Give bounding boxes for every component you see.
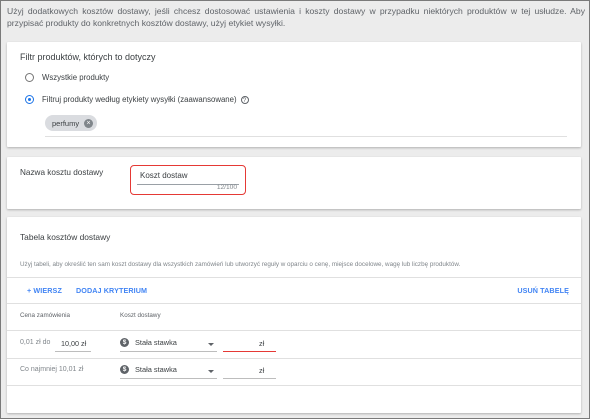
dollar-icon: $ bbox=[120, 338, 129, 347]
cost-table-card: Tabela kosztów dostawy Użyj tabeli, aby … bbox=[7, 217, 581, 413]
rate-type-label: Stała stawka bbox=[135, 365, 177, 374]
chip-label: perfumy bbox=[52, 118, 80, 128]
radio-all-products-label: Wszystkie produkty bbox=[42, 73, 110, 82]
radio-button-unchecked[interactable] bbox=[25, 73, 34, 82]
cost-unit: zł bbox=[259, 366, 265, 375]
rate-type-label: Stała stawka bbox=[135, 338, 177, 347]
price-range-prefix: 0,01 zł do bbox=[20, 339, 51, 346]
divider bbox=[7, 277, 581, 278]
cost-name-field[interactable]: Koszt dostaw 12/100 bbox=[130, 165, 246, 195]
cost-name-label: Nazwa kosztu dostawy bbox=[20, 168, 104, 177]
cost-unit: zł bbox=[259, 339, 265, 348]
price-input[interactable]: 10,00 zł bbox=[61, 339, 86, 348]
intro-text: Użyj dodatkowych kosztów dostawy, jeśli … bbox=[7, 6, 585, 28]
cost-name-card: Nazwa kosztu dostawy Koszt dostaw 12/100 bbox=[7, 157, 581, 209]
column-header-order-price: Cena zamówienia bbox=[20, 312, 71, 319]
help-icon[interactable]: ? bbox=[240, 95, 249, 104]
character-counter: 12/100 bbox=[216, 184, 237, 191]
select-underline bbox=[120, 378, 217, 379]
rate-type-select[interactable]: $ Stała stawka bbox=[120, 365, 177, 374]
dollar-icon: $ bbox=[120, 365, 129, 374]
add-criterion-button[interactable]: DODAJ KRYTERIUM bbox=[76, 286, 147, 295]
price-input-underline bbox=[55, 351, 91, 352]
cost-table-description: Użyj tabeli, aby określić ten sam koszt … bbox=[20, 261, 461, 268]
chevron-down-icon[interactable] bbox=[208, 370, 214, 373]
price-range-prefix: Co najmniej 10,01 zł bbox=[20, 366, 84, 373]
cost-input[interactable] bbox=[223, 351, 276, 352]
chevron-down-icon[interactable] bbox=[208, 343, 214, 346]
product-filter-card: Filtr produktów, których to dotyczy Wszy… bbox=[7, 42, 581, 147]
close-icon[interactable]: × bbox=[84, 118, 94, 128]
divider bbox=[7, 358, 581, 359]
shipping-label-chip[interactable]: perfumy × bbox=[45, 115, 98, 131]
rate-type-select[interactable]: $ Stała stawka bbox=[120, 338, 177, 347]
column-header-shipping-cost: Koszt dostawy bbox=[120, 312, 161, 319]
product-filter-title: Filtr produktów, których to dotyczy bbox=[20, 52, 156, 62]
divider bbox=[7, 330, 581, 331]
select-underline bbox=[120, 351, 217, 352]
radio-all-products[interactable]: Wszystkie produkty bbox=[25, 73, 109, 82]
radio-button-checked[interactable] bbox=[25, 95, 34, 104]
chip-input-underline bbox=[45, 136, 567, 137]
cost-table-title: Tabela kosztów dostawy bbox=[20, 232, 111, 242]
cost-input[interactable] bbox=[223, 378, 276, 379]
radio-filter-by-label-label: Filtruj produkty według etykiety wysyłki… bbox=[42, 95, 237, 104]
remove-table-button[interactable]: USUŃ TABELĘ bbox=[517, 286, 569, 295]
divider bbox=[7, 303, 581, 304]
divider bbox=[7, 385, 581, 386]
cost-name-input[interactable]: Koszt dostaw bbox=[140, 171, 188, 180]
add-row-button[interactable]: + WIERSZ bbox=[27, 286, 62, 295]
radio-filter-by-label[interactable]: Filtruj produkty według etykiety wysyłki… bbox=[25, 95, 249, 104]
